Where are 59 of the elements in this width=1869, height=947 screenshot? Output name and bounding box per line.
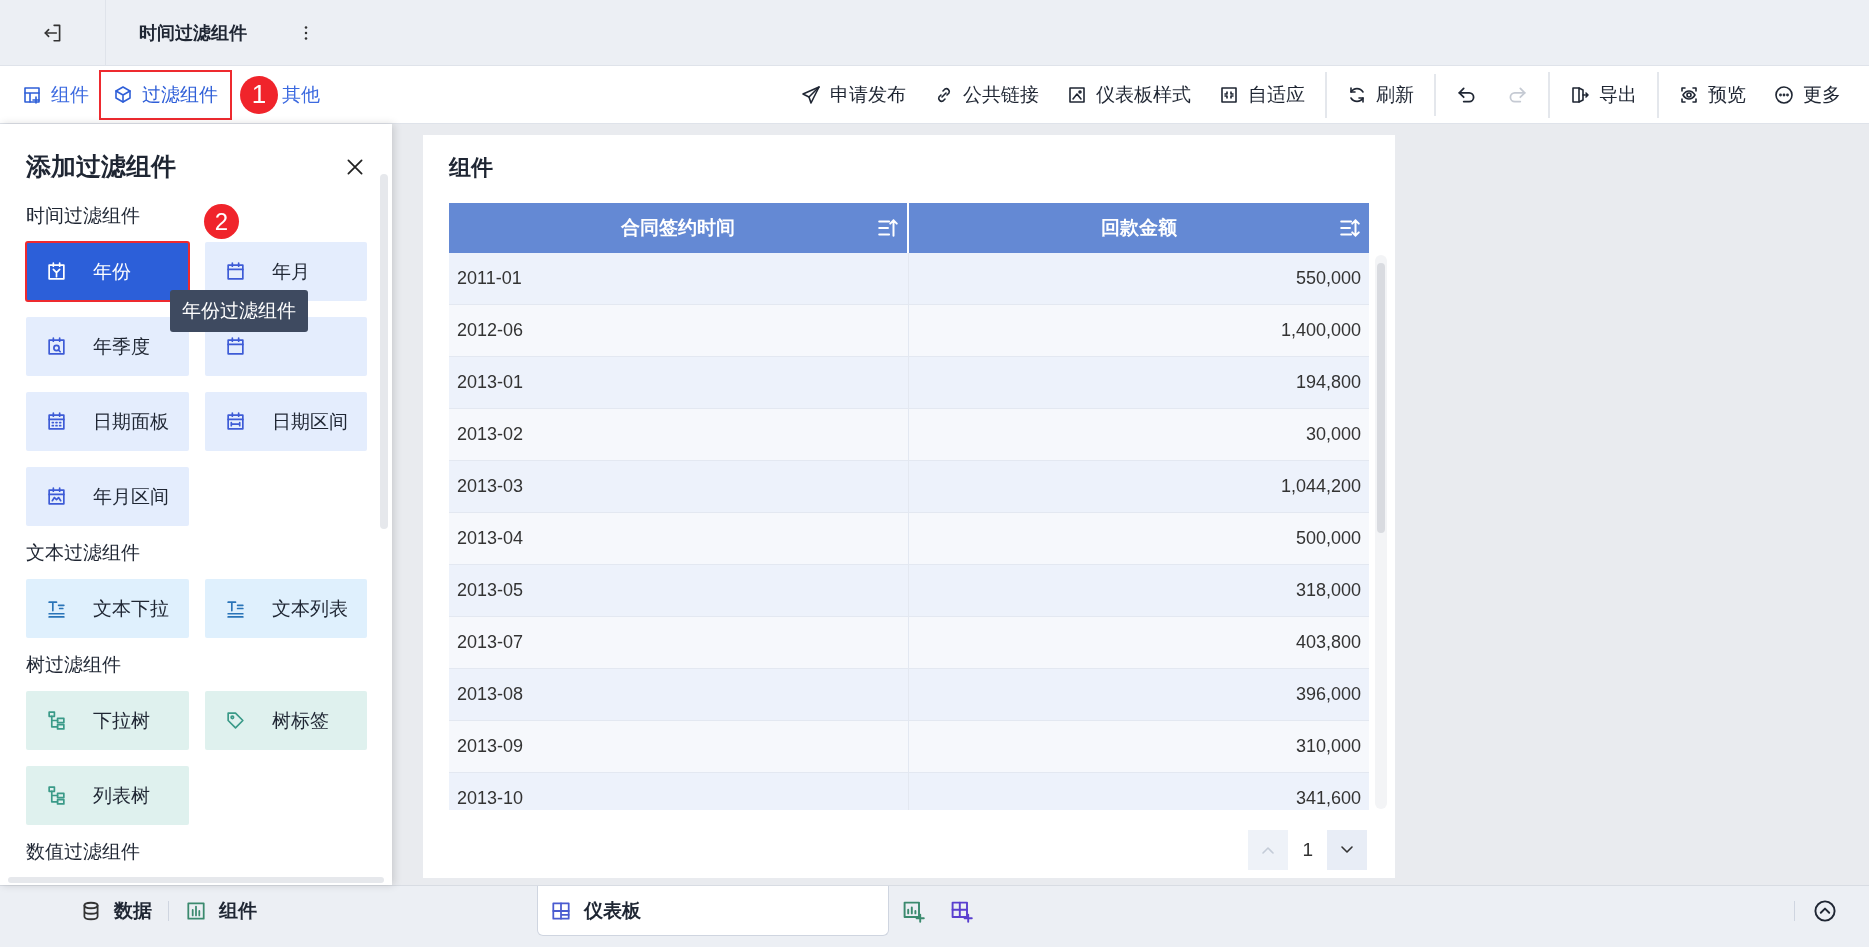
table-cell: 2013-01 xyxy=(449,357,909,408)
table-cell: 2013-09 xyxy=(449,721,909,772)
table-cell: 2013-04 xyxy=(449,513,909,564)
table-cell-text: 341,600 xyxy=(1294,787,1362,810)
toolbar-button[interactable]: 自适应 xyxy=(1209,71,1315,118)
table-cell: 2011-01 xyxy=(449,253,909,304)
toolbar-button[interactable]: 刷新 xyxy=(1337,71,1424,118)
step-badge: 2 xyxy=(204,204,239,239)
filter-button[interactable]: 日期面板 xyxy=(26,392,189,451)
filter-button[interactable]: 列表树 xyxy=(26,766,189,825)
table-cell: 2013-10 xyxy=(449,773,909,810)
filter-button[interactable]: 年份 xyxy=(26,242,189,301)
toolbar-button[interactable]: 申请发布 xyxy=(791,71,916,118)
table-cell: 2013-07 xyxy=(449,617,909,668)
table-cell-text: 500,000 xyxy=(1294,527,1362,550)
bottom-tab[interactable]: 数据 xyxy=(70,886,162,936)
page-number: 1 xyxy=(1302,839,1313,861)
bottom-tab[interactable]: 仪表板 xyxy=(537,886,889,936)
table-cell: 2013-05 xyxy=(449,565,909,616)
step-badge: 1 xyxy=(240,75,278,114)
table-cell: 2013-03 xyxy=(449,461,909,512)
section-heading: 文本过滤组件 xyxy=(26,541,140,565)
toolbar-tab[interactable]: 组件 xyxy=(12,71,99,118)
dashboard-title: 时间过滤组件 xyxy=(139,21,247,45)
table-cell-text: 1,400,000 xyxy=(1279,319,1362,342)
column-title: 合同签约时间 xyxy=(621,216,735,240)
section-heading: 树过滤组件 xyxy=(26,653,121,677)
table-cell: 2012-06 xyxy=(449,305,909,356)
filter-button[interactable]: 文本列表 xyxy=(205,579,367,638)
section-heading: 时间过滤组件 xyxy=(26,204,140,228)
toolbar-button[interactable]: 公共链接 xyxy=(924,71,1049,118)
card-title: 组件 xyxy=(449,154,494,182)
table-cell-text: 403,800 xyxy=(1294,631,1362,654)
toolbar-button[interactable]: 仪表板样式 xyxy=(1057,71,1201,118)
section-heading: 数值过滤组件 xyxy=(26,840,140,864)
column-title: 回款金额 xyxy=(1101,216,1177,240)
toolbar-button[interactable]: 预览 xyxy=(1669,71,1756,118)
filter-button[interactable]: 下拉树 xyxy=(26,691,189,750)
table-cell-text: 310,000 xyxy=(1294,735,1362,758)
table-cell-text: 550,000 xyxy=(1294,267,1362,290)
toolbar-button[interactable]: 导出 xyxy=(1560,71,1647,118)
table-cell-text: 318,000 xyxy=(1294,579,1362,602)
bottom-tab[interactable]: 组件 xyxy=(175,886,267,936)
filter-button[interactable]: 年季度 xyxy=(26,317,189,376)
table-cell-text: 1,044,200 xyxy=(1279,475,1362,498)
table-cell-text: 30,000 xyxy=(1304,423,1362,446)
table-cell: 2013-02 xyxy=(449,409,909,460)
table-cell-text: 396,000 xyxy=(1294,683,1362,706)
filter-button[interactable]: 文本下拉 xyxy=(26,579,189,638)
table-cell-text: 194,800 xyxy=(1294,371,1362,394)
table-cell: 2013-08 xyxy=(449,669,909,720)
filter-button[interactable]: 日期区间 xyxy=(205,392,367,451)
filter-button[interactable]: 年月区间 xyxy=(26,467,189,526)
tooltip: 年份过滤组件 xyxy=(170,290,308,332)
toolbar-button[interactable]: 更多 xyxy=(1764,71,1851,118)
toolbar-tab[interactable]: 过滤组件 xyxy=(99,69,232,120)
filter-button[interactable]: 树标签 xyxy=(205,691,367,750)
toolbar-tab[interactable]: 其他 xyxy=(278,71,330,118)
panel-title: 添加过滤组件 xyxy=(26,151,176,182)
